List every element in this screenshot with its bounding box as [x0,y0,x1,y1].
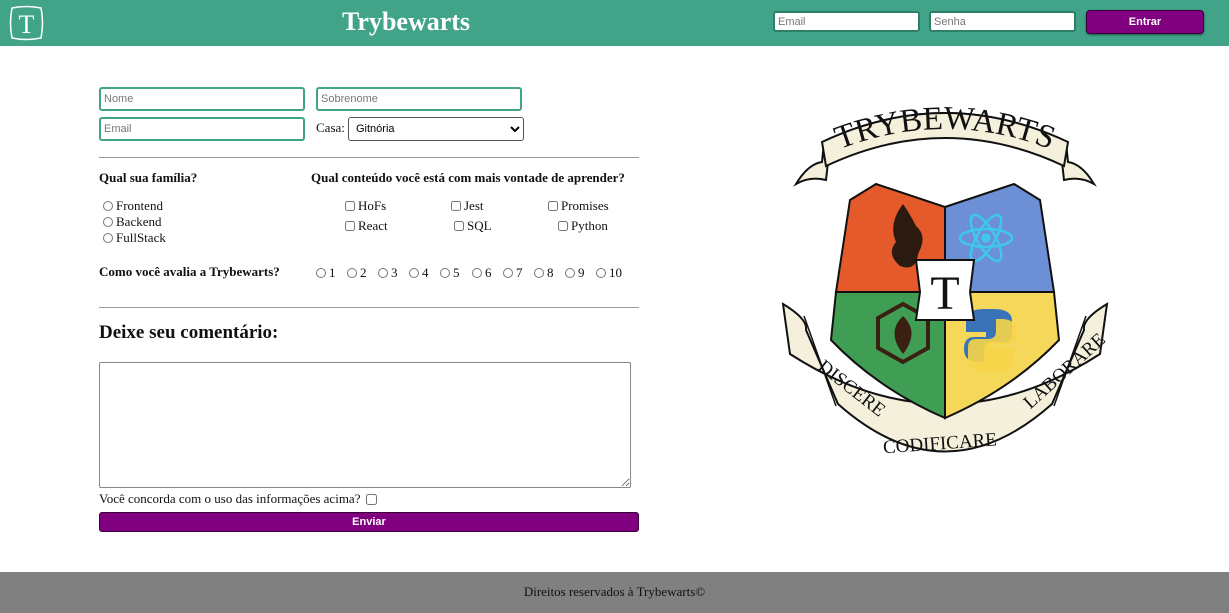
crest-center-letter: T [930,267,959,320]
rating-option-9[interactable]: 9 [565,265,585,281]
family-option-backend[interactable]: Backend [103,214,161,230]
subject-jest[interactable]: Jest [451,198,484,214]
agreement-checkbox[interactable] [366,493,378,505]
footer-text: Direitos reservados à Trybewarts© [523,584,706,599]
subject-python[interactable]: Python [558,218,608,234]
rating-radio[interactable] [316,268,326,278]
subject-checkbox[interactable] [345,221,355,231]
login-button[interactable]: Entrar [1086,10,1204,34]
submit-button[interactable]: Enviar [99,512,639,532]
rating-radio[interactable] [565,268,575,278]
subject-checkbox[interactable] [558,221,568,231]
rating-option-3[interactable]: 3 [378,265,398,281]
content-question: Qual conteúdo você está com mais vontade… [311,170,625,185]
rating-radio[interactable] [534,268,544,278]
header-email-input[interactable] [773,11,920,32]
rating-radio[interactable] [596,268,606,278]
subject-hofs[interactable]: HoFs [345,198,386,214]
rating-option-7[interactable]: 7 [503,265,523,281]
rating-option-6[interactable]: 6 [472,265,492,281]
header-password-input[interactable] [929,11,1076,32]
subject-checkbox[interactable] [454,221,464,231]
rating-radio[interactable] [472,268,482,278]
comment-textarea[interactable] [99,362,631,488]
subject-react[interactable]: React [345,218,388,234]
rating-option-5[interactable]: 5 [440,265,460,281]
logo-letter: T [19,10,35,39]
rating-option-1[interactable]: 1 [316,265,336,281]
family-question: Qual sua família? [99,170,198,185]
family-option-frontend[interactable]: Frontend [103,198,163,214]
rating-option-2[interactable]: 2 [347,265,367,281]
rating-option-10[interactable]: 10 [596,265,622,281]
comment-heading: Deixe seu comentário: [99,322,279,343]
family-radio[interactable] [103,201,113,211]
divider [99,157,639,158]
agreement-row[interactable]: Você concorda com o uso das informações … [99,491,378,507]
rating-option-4[interactable]: 4 [409,265,429,281]
email-input[interactable] [99,117,305,141]
rating-radio[interactable] [503,268,513,278]
family-radio[interactable] [103,233,113,243]
subject-checkbox[interactable] [345,201,355,211]
subject-checkbox[interactable] [451,201,461,211]
rating-radio[interactable] [378,268,388,278]
rating-radio[interactable] [409,268,419,278]
top-bar: T Trybewarts Entrar [0,0,1229,46]
family-radio[interactable] [103,217,113,227]
subject-checkbox[interactable] [548,201,558,211]
rating-radio[interactable] [440,268,450,278]
house-select[interactable]: Gitnória [348,117,524,141]
divider [99,307,639,308]
subject-promises[interactable]: Promises [548,198,609,214]
crest-banner-text: TRYBEWARTS [830,104,1060,157]
page-footer: Direitos reservados à Trybewarts© [0,572,1229,613]
rating-option-8[interactable]: 8 [534,265,554,281]
family-option-fullstack[interactable]: FullStack [103,230,166,246]
trybewarts-logo[interactable]: T [9,5,44,41]
rating-radio[interactable] [347,268,357,278]
name-input[interactable] [99,87,305,111]
lastname-input[interactable] [316,87,522,111]
agreement-label: Você concorda com o uso das informações … [99,491,361,506]
trybewarts-crest-image: T TRYBEWARTS DISCERE CODIFICARE LABORARE [781,104,1110,458]
site-title: Trybewarts [342,7,471,36]
subject-sql[interactable]: SQL [454,218,492,234]
rating-question: Como você avalia a Trybewarts? [99,264,280,279]
house-label: Casa: [316,120,345,135]
